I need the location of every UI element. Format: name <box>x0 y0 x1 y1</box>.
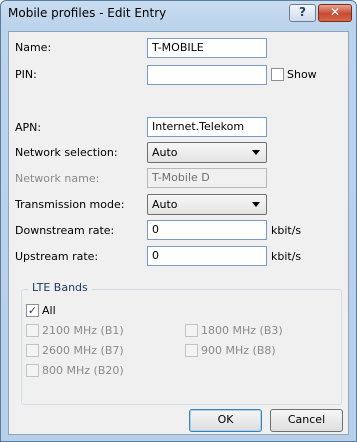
help-button[interactable]: ? <box>289 4 316 22</box>
close-icon: ✕ <box>329 5 341 19</box>
band-b20-label: 800 MHz (B20) <box>42 364 124 377</box>
help-icon: ? <box>299 5 306 19</box>
network-selection-label: Network selection: <box>15 146 118 159</box>
lte-all-checkbox[interactable]: ✓ <box>26 304 39 317</box>
downstream-rate-unit: kbit/s <box>271 224 302 237</box>
apn-field[interactable]: Internet.Telekom <box>147 117 267 137</box>
chevron-down-icon <box>252 202 260 207</box>
ok-button[interactable]: OK <box>189 409 262 432</box>
band-b3-label: 1800 MHz (B3) <box>201 324 283 337</box>
band-b20-checkbox <box>26 364 39 377</box>
name-field[interactable]: T-MOBILE <box>147 38 267 58</box>
cancel-button[interactable]: Cancel <box>270 409 343 432</box>
downstream-rate-field[interactable]: 0 <box>147 220 267 240</box>
show-pin-checkbox[interactable] <box>271 68 284 81</box>
upstream-rate-field[interactable]: 0 <box>147 246 267 266</box>
apn-label: APN: <box>15 121 42 134</box>
dialog-body: Name: T-MOBILE PIN: Show APN: Internet.T… <box>8 31 349 435</box>
name-label: Name: <box>15 41 52 54</box>
close-button[interactable]: ✕ <box>318 4 352 22</box>
network-name-label: Network name: <box>15 172 100 185</box>
downstream-rate-label: Downstream rate: <box>15 224 115 237</box>
transmission-mode-label: Transmission mode: <box>15 198 125 211</box>
band-b1-label: 2100 MHz (B1) <box>42 324 124 337</box>
network-name-field: T-Mobile D <box>147 168 267 188</box>
network-selection-value: Auto <box>152 146 178 159</box>
transmission-mode-dropdown[interactable]: Auto <box>147 194 267 215</box>
upstream-rate-label: Upstream rate: <box>15 250 99 263</box>
band-b7-label: 2600 MHz (B7) <box>42 344 124 357</box>
dialog-window: Mobile profiles - Edit Entry ? ✕ Name: T… <box>0 0 357 442</box>
band-b3-checkbox <box>185 324 198 337</box>
pin-label: PIN: <box>15 68 37 81</box>
pin-field[interactable] <box>147 65 267 85</box>
upstream-rate-unit: kbit/s <box>271 250 302 263</box>
band-b1-checkbox <box>26 324 39 337</box>
title-bar[interactable]: Mobile profiles - Edit Entry ? ✕ <box>1 1 356 27</box>
lte-bands-title: LTE Bands <box>28 281 92 294</box>
show-pin-label[interactable]: Show <box>287 68 317 81</box>
band-b7-checkbox <box>26 344 39 357</box>
network-selection-dropdown[interactable]: Auto <box>147 142 267 163</box>
transmission-mode-value: Auto <box>152 198 178 211</box>
lte-all-label[interactable]: All <box>42 304 56 317</box>
window-title: Mobile profiles - Edit Entry <box>8 6 167 20</box>
band-b8-checkbox <box>185 344 198 357</box>
band-b8-label: 900 MHz (B8) <box>201 344 276 357</box>
chevron-down-icon <box>252 150 260 155</box>
